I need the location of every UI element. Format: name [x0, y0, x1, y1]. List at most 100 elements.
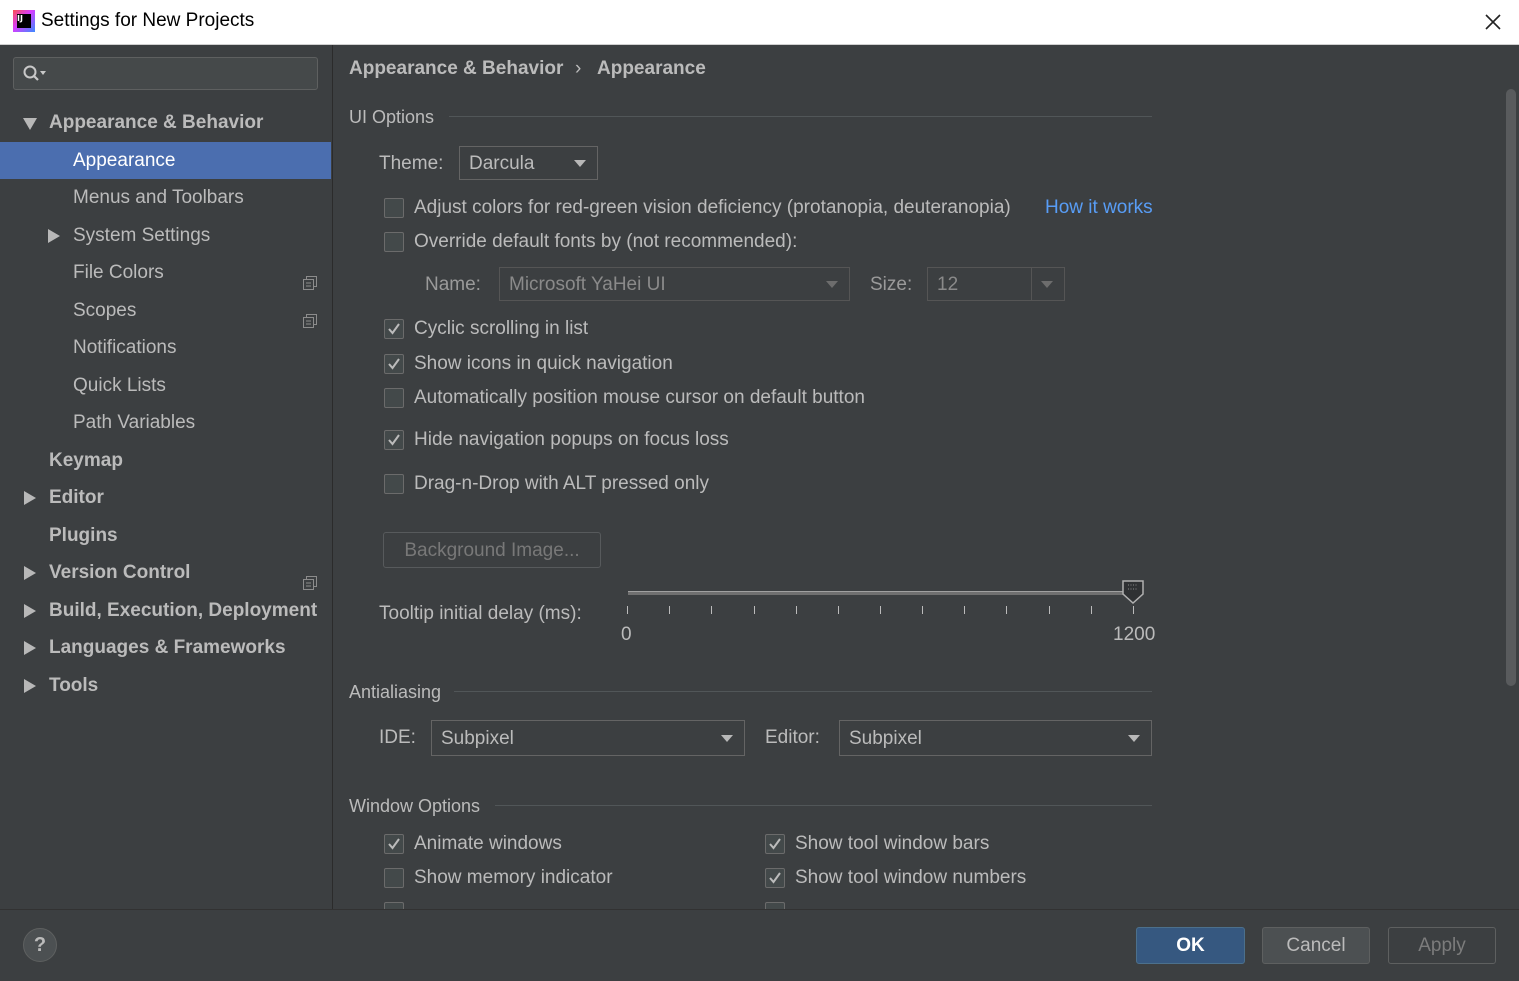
tooltip-delay-slider[interactable]: [628, 591, 1133, 595]
sidebar-item-label: Editor: [49, 487, 104, 508]
sidebar-item-label: Plugins: [49, 525, 118, 546]
checkmark-icon: [388, 323, 400, 335]
adjust-colors-label: Adjust colors for red-green vision defic…: [414, 197, 1011, 218]
close-icon[interactable]: [1482, 11, 1504, 33]
sidebar-item-keymap[interactable]: Keymap: [0, 442, 331, 479]
project-settings-icon: [303, 266, 317, 290]
chevron-down-icon: [574, 160, 586, 167]
sidebar-item-quick-lists[interactable]: Quick Lists: [0, 367, 331, 404]
sidebar-item-appearance[interactable]: Appearance: [0, 142, 331, 179]
cyclic-scrolling-label: Cyclic scrolling in list: [414, 318, 589, 339]
sidebar-item-file-colors[interactable]: File Colors: [0, 254, 331, 291]
show-tool-window-bars-checkbox[interactable]: [765, 834, 785, 854]
show-icons-checkbox[interactable]: [384, 354, 404, 374]
checkmark-icon: [769, 838, 781, 850]
window-title: Settings for New Projects: [41, 10, 255, 31]
hide-popups-checkbox[interactable]: [384, 430, 404, 450]
section-title-ui-options: UI Options: [349, 107, 435, 127]
sidebar-item-label: Menus and Toolbars: [73, 187, 244, 208]
sidebar-item-version-control[interactable]: Version Control: [0, 554, 331, 591]
checkmark-icon: [388, 434, 400, 446]
sidebar-item-menus-toolbars[interactable]: Menus and Toolbars: [0, 179, 331, 216]
slider-tick: [669, 606, 670, 614]
slider-thumb[interactable]: [1122, 580, 1144, 605]
chevron-right-icon[interactable]: [24, 641, 36, 655]
breadcrumb-current: Appearance: [597, 58, 706, 79]
sidebar-item-label: System Settings: [73, 225, 211, 246]
slider-max-label: 1200: [1113, 624, 1156, 645]
sidebar-item-label: Tools: [49, 675, 99, 696]
chevron-right-icon[interactable]: [24, 604, 36, 618]
sidebar-item-label: Appearance & Behavior: [49, 112, 264, 133]
sidebar-item-languages-frameworks[interactable]: Languages & Frameworks: [0, 629, 331, 666]
slider-tick: [964, 606, 965, 614]
auto-position-checkbox[interactable]: [384, 388, 404, 408]
chevron-right-icon[interactable]: [24, 491, 36, 505]
chevron-right-icon[interactable]: [48, 229, 60, 243]
cancel-button[interactable]: Cancel: [1262, 927, 1370, 964]
slider-tick: [880, 606, 881, 614]
animate-windows-checkbox[interactable]: [384, 834, 404, 854]
sidebar-item-editor[interactable]: Editor: [0, 479, 331, 516]
sidebar-item-system-settings[interactable]: System Settings: [0, 217, 331, 254]
font-name-dropdown[interactable]: Microsoft YaHei UI: [499, 267, 850, 301]
sidebar-item-plugins[interactable]: Plugins: [0, 517, 331, 554]
ide-antialiasing-dropdown[interactable]: Subpixel: [431, 720, 745, 756]
app-icon: IJ: [13, 10, 35, 32]
slider-min-label: 0: [621, 624, 632, 645]
chevron-down-icon: [721, 735, 733, 742]
sidebar-item-notifications[interactable]: Notifications: [0, 329, 331, 366]
sidebar-item-build-execution[interactable]: Build, Execution, Deployment: [0, 592, 331, 629]
search-icon: [22, 64, 48, 84]
apply-button[interactable]: Apply: [1388, 927, 1496, 964]
ide-antialiasing-value: Subpixel: [441, 728, 514, 749]
show-tool-window-numbers-label: Show tool window numbers: [795, 867, 1027, 888]
override-fonts-label: Override default fonts by (not recommend…: [414, 231, 798, 252]
settings-search-input[interactable]: [13, 57, 318, 90]
ok-button[interactable]: OK: [1136, 927, 1245, 964]
chevron-down-icon: [1128, 735, 1140, 742]
cut-off-checkbox: [384, 902, 404, 909]
show-tool-window-bars-label: Show tool window bars: [795, 833, 990, 854]
chevron-down-icon[interactable]: [23, 118, 37, 130]
scrollbar-thumb[interactable]: [1506, 89, 1516, 686]
drag-n-drop-checkbox[interactable]: [384, 474, 404, 494]
app-icon-mark: IJ: [17, 14, 31, 28]
theme-dropdown[interactable]: Darcula: [459, 146, 598, 180]
adjust-colors-checkbox[interactable]: [384, 198, 404, 218]
background-image-button[interactable]: Background Image...: [383, 532, 601, 568]
slider-tick: [1133, 606, 1134, 614]
sidebar-item-appearance-behavior[interactable]: Appearance & Behavior: [0, 104, 331, 141]
sidebar-item-scopes[interactable]: Scopes: [0, 292, 331, 329]
theme-value: Darcula: [469, 153, 535, 174]
chevron-right-icon[interactable]: [24, 566, 36, 580]
sidebar-item-tools[interactable]: Tools: [0, 667, 331, 704]
checkmark-icon: [769, 872, 781, 884]
font-name-label: Name:: [425, 274, 481, 295]
breadcrumb-parent[interactable]: Appearance & Behavior: [349, 58, 563, 80]
chevron-down-icon: [826, 281, 838, 288]
slider-tick: [1091, 606, 1092, 614]
slider-tick: [711, 606, 712, 614]
font-size-label: Size:: [870, 274, 913, 295]
slider-tick: [627, 606, 628, 614]
animate-windows-label: Animate windows: [414, 833, 562, 854]
title-bar: IJ Settings for New Projects: [0, 0, 1519, 45]
show-memory-checkbox[interactable]: [384, 868, 404, 888]
how-it-works-link[interactable]: How it works: [1045, 197, 1153, 219]
font-size-combo[interactable]: 12: [927, 267, 1065, 301]
section-divider: [454, 691, 1152, 692]
editor-antialiasing-value: Subpixel: [849, 728, 922, 749]
override-fonts-checkbox[interactable]: [384, 232, 404, 252]
sidebar-item-path-variables[interactable]: Path Variables: [0, 404, 331, 441]
show-tool-window-numbers-checkbox[interactable]: [765, 868, 785, 888]
font-name-value: Microsoft YaHei UI: [509, 274, 666, 295]
chevron-right-icon[interactable]: [24, 679, 36, 693]
editor-antialiasing-dropdown[interactable]: Subpixel: [839, 720, 1152, 756]
cyclic-scrolling-checkbox[interactable]: [384, 319, 404, 339]
sidebar-item-label: File Colors: [73, 262, 164, 283]
sidebar-item-label: Scopes: [73, 300, 137, 321]
auto-position-label: Automatically position mouse cursor on d…: [414, 387, 865, 408]
sidebar-item-label: Build, Execution, Deployment: [49, 600, 318, 621]
help-button[interactable]: ?: [23, 928, 57, 962]
